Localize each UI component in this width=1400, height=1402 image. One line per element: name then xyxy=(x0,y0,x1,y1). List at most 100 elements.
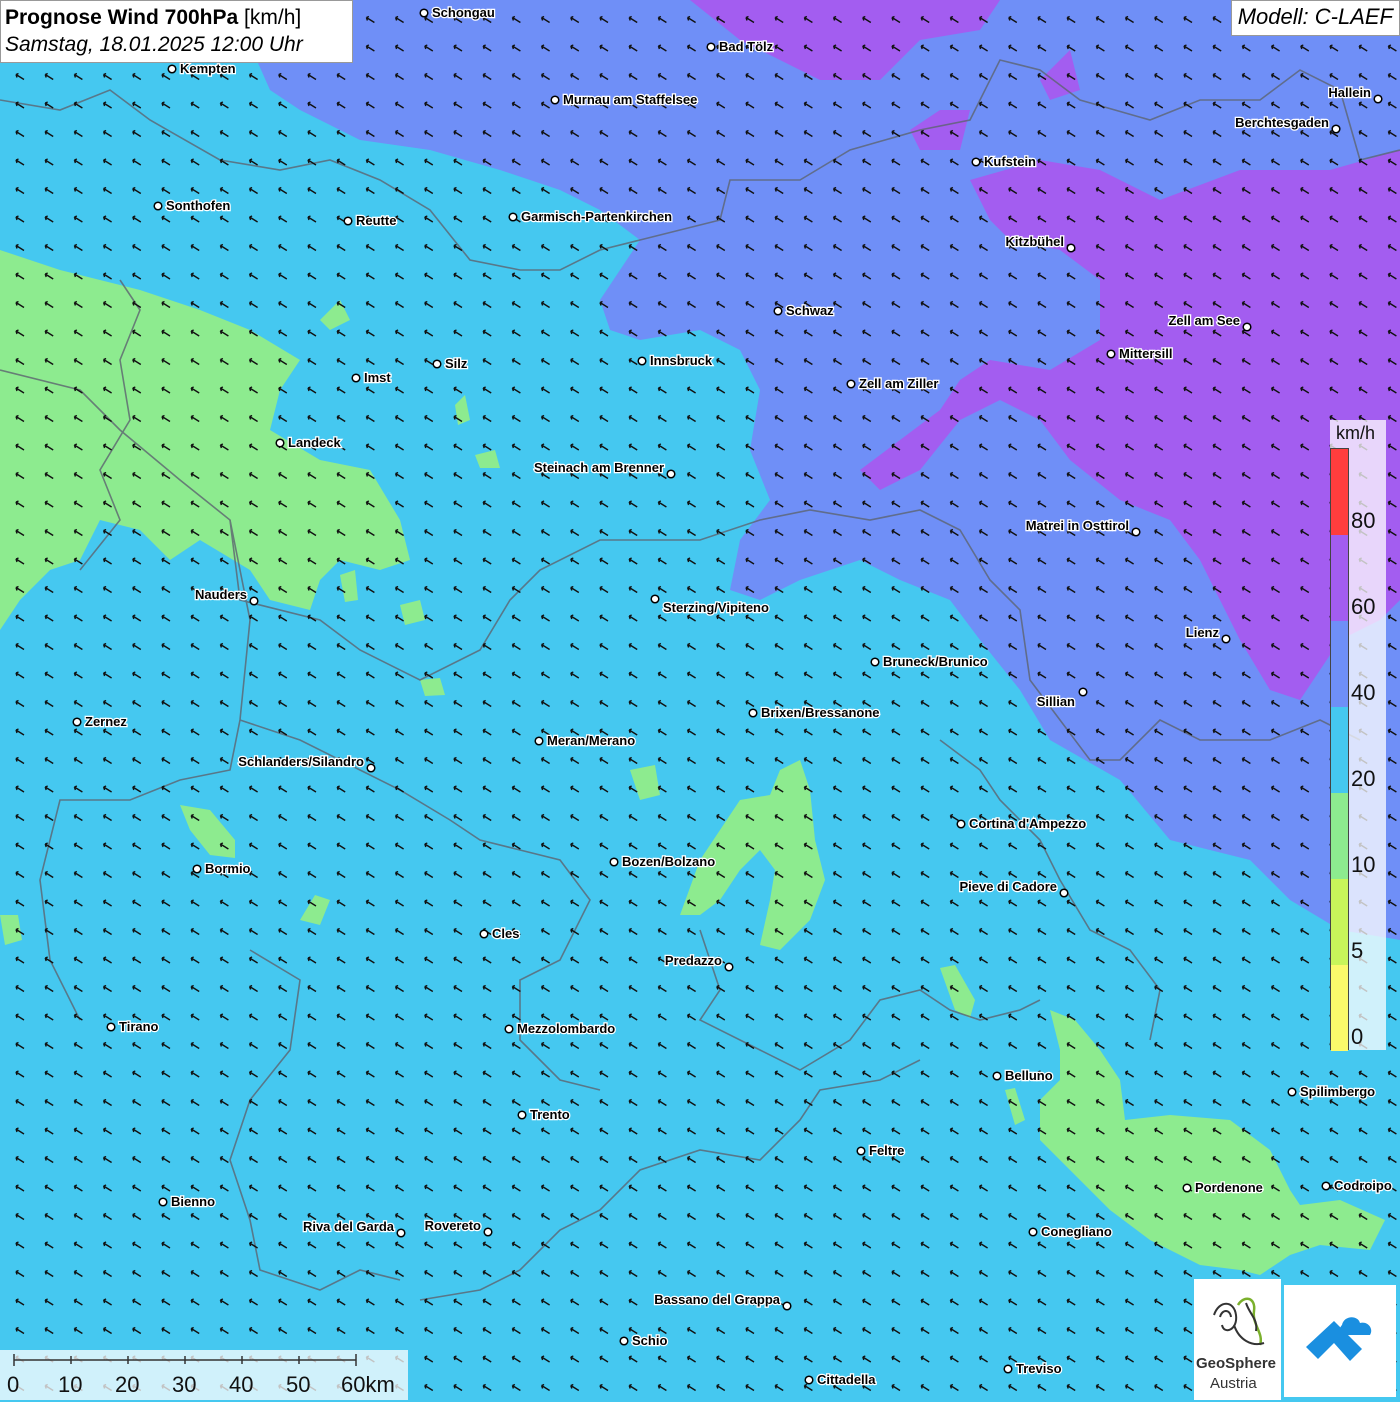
city-label: Nauders xyxy=(195,587,247,602)
city-label: Treviso xyxy=(1016,1361,1062,1376)
city-label: Bormio xyxy=(205,861,251,876)
city-dot xyxy=(637,356,647,366)
city-label: Spilimbergo xyxy=(1300,1084,1375,1099)
city-label: Imst xyxy=(364,370,391,385)
map-title-main: Prognose Wind 700hPa xyxy=(5,6,239,29)
city-label: Sterzing/Vipiteno xyxy=(663,600,769,615)
city-label: Lienz xyxy=(1186,625,1220,640)
city-label: Predazzo xyxy=(665,953,722,968)
city-label: Codroipo xyxy=(1334,1178,1392,1193)
city-dot xyxy=(1066,243,1076,253)
city-dot xyxy=(508,212,518,222)
legend-label: 40 xyxy=(1351,680,1376,705)
city-dot xyxy=(1373,94,1383,104)
city-label: Zernez xyxy=(85,714,127,729)
city-dot xyxy=(249,596,259,606)
city-dot xyxy=(666,469,676,479)
city-dot xyxy=(1003,1364,1013,1374)
city-dot xyxy=(1242,322,1252,332)
legend-label: 60 xyxy=(1351,594,1376,619)
city-dot xyxy=(1131,527,1141,537)
city-dot xyxy=(706,42,716,52)
app-logo[interactable] xyxy=(1284,1285,1396,1397)
scale-bar xyxy=(13,1354,357,1366)
city-label: Innsbruck xyxy=(650,353,713,368)
city-dot xyxy=(1321,1181,1331,1191)
city-label: Conegliano xyxy=(1041,1224,1112,1239)
city-dot xyxy=(432,359,442,369)
legend-label: 0 xyxy=(1351,1024,1364,1049)
city-label: Cles xyxy=(492,926,519,941)
city-dot xyxy=(192,864,202,874)
city-dot xyxy=(504,1024,514,1034)
city-label: Bienno xyxy=(171,1194,215,1209)
city-label: Cortina d'Ampezzo xyxy=(969,816,1086,831)
model-label: Modell: C-LAEF xyxy=(1230,0,1400,36)
city-dot xyxy=(351,373,361,383)
legend-color-bar xyxy=(1330,448,1349,1051)
city-label: Bad Tölz xyxy=(719,39,774,54)
city-dot xyxy=(1106,349,1116,359)
city-dot xyxy=(782,1301,792,1311)
city-dot xyxy=(748,708,758,718)
city-dot xyxy=(846,379,856,389)
city-dot xyxy=(1287,1087,1297,1097)
legend-seg-40-60 xyxy=(1331,621,1348,707)
legend-label: 80 xyxy=(1351,508,1376,533)
city-dot xyxy=(619,1336,629,1346)
city-dot xyxy=(1078,687,1088,697)
city-dot xyxy=(609,857,619,867)
city-label: Bozen/Bolzano xyxy=(622,854,715,869)
legend-seg-20-40 xyxy=(1331,707,1348,793)
title-box: Prognose Wind 700hPa [km/h] Samstag, 18.… xyxy=(0,0,353,63)
legend-label: 5 xyxy=(1351,938,1364,963)
city-dot xyxy=(106,1022,116,1032)
cloud-mountain-icon xyxy=(1306,1317,1372,1361)
scale-label: 20 xyxy=(115,1372,140,1397)
city-dot xyxy=(773,306,783,316)
city-dot xyxy=(992,1071,1002,1081)
city-label: Landeck xyxy=(288,435,342,450)
scale-label: 60km xyxy=(341,1372,395,1397)
city-dot xyxy=(804,1375,814,1385)
city-dot xyxy=(1059,888,1069,898)
city-dot xyxy=(724,962,734,972)
city-dot xyxy=(366,763,376,773)
city-label: Hallein xyxy=(1328,85,1371,100)
city-label: Kitzbühel xyxy=(1006,234,1065,249)
city-label: Garmisch-Partenkirchen xyxy=(521,209,672,224)
city-label: Steinach am Brenner xyxy=(534,460,664,475)
city-label: Zell am See xyxy=(1168,313,1240,328)
city-label: Brixen/Bressanone xyxy=(761,705,880,720)
city-dot xyxy=(72,717,82,727)
city-label: Murnau am Staffelsee xyxy=(563,92,697,107)
scale-label: 50 xyxy=(286,1372,311,1397)
scale-label: 30 xyxy=(172,1372,197,1397)
city-dot xyxy=(419,8,429,18)
legend-unit: km/h xyxy=(1336,423,1376,443)
legend-seg-10-20 xyxy=(1331,793,1348,879)
wind-forecast-map: Schongau Bad Tölz Kempten Murnau am Staffel… xyxy=(0,0,1400,1400)
city-label: Silz xyxy=(445,356,468,371)
city-label: Schio xyxy=(632,1333,667,1348)
city-label: Pieve di Cadore xyxy=(959,879,1057,894)
city-label: Meran/Merano xyxy=(547,733,635,748)
geosphere-country: Austria xyxy=(1210,1375,1257,1392)
legend-label: 10 xyxy=(1351,852,1376,877)
city-label: Cittadella xyxy=(817,1372,876,1387)
city-dot xyxy=(971,157,981,167)
city-label: Berchtesgaden xyxy=(1235,115,1329,130)
city-dot xyxy=(1028,1227,1038,1237)
city-label: Sonthofen xyxy=(166,198,230,213)
city-label: Mezzolombardo xyxy=(517,1021,615,1036)
city-label: Riva del Garda xyxy=(303,1219,395,1234)
city-dot xyxy=(396,1228,406,1238)
city-label: Pordenone xyxy=(1195,1180,1263,1195)
city-dot xyxy=(153,201,163,211)
city-dot xyxy=(517,1110,527,1120)
city-dot xyxy=(856,1146,866,1156)
legend-seg-0-5 xyxy=(1331,965,1348,1051)
geosphere-swirl-icon xyxy=(1213,1297,1265,1346)
forecast-date: Samstag, 18.01.2025 12:00 Uhr xyxy=(5,33,303,56)
city-dot xyxy=(1221,634,1231,644)
